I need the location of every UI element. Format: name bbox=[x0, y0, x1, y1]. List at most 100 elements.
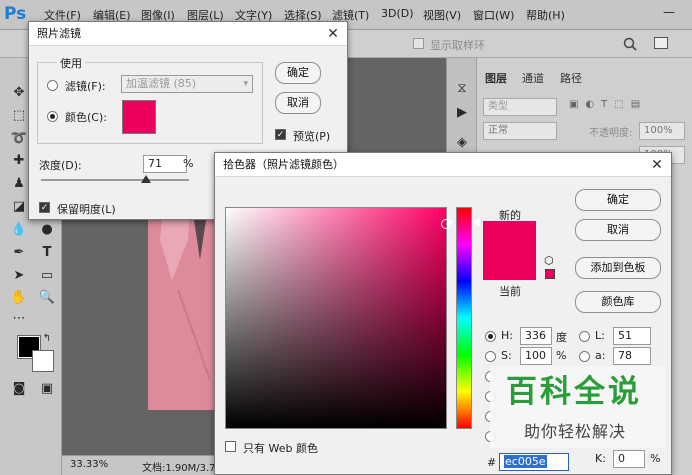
swap-colors-icon[interactable]: ↰ bbox=[36, 330, 58, 348]
hex-field[interactable]: ec005e bbox=[499, 453, 569, 471]
tab-paths[interactable]: 路径 bbox=[560, 70, 582, 86]
density-field[interactable]: 71 bbox=[143, 155, 187, 173]
minimize-button[interactable]: — bbox=[660, 5, 678, 21]
h-unit: 度 bbox=[556, 331, 567, 344]
blend-mode-select[interactable]: 正常 bbox=[483, 122, 557, 140]
l-radio[interactable] bbox=[579, 331, 590, 342]
new-color-swatch bbox=[483, 221, 536, 250]
l-field[interactable]: 51 bbox=[613, 327, 651, 345]
s-label: S: bbox=[501, 349, 512, 362]
density-slider-thumb[interactable] bbox=[141, 175, 152, 183]
watermark-subtitle: 助你轻松解决 bbox=[524, 422, 627, 441]
menu-help[interactable]: 帮助(H) bbox=[526, 7, 565, 23]
background-color-swatch[interactable] bbox=[32, 350, 54, 372]
k-label: K: bbox=[595, 452, 606, 465]
zoom-level[interactable]: 33.33% bbox=[70, 459, 108, 470]
web-only-checkbox[interactable] bbox=[225, 441, 236, 452]
filter-color-swatch[interactable] bbox=[122, 100, 156, 134]
path-selection-tool-icon[interactable]: ➤ bbox=[8, 267, 30, 285]
pen-tool-icon[interactable]: ✒ bbox=[8, 244, 30, 262]
hex-hash: # bbox=[487, 456, 497, 469]
tab-layers[interactable]: 图层 bbox=[485, 70, 507, 86]
close-icon[interactable]: ✕ bbox=[646, 154, 668, 176]
a-radio[interactable] bbox=[579, 351, 590, 362]
screen-mode-icon[interactable]: ▣ bbox=[36, 380, 58, 398]
h-field[interactable]: 336 bbox=[520, 327, 552, 345]
density-unit: % bbox=[183, 157, 194, 170]
watermark: 百科全说 助你轻松解决 bbox=[490, 366, 666, 448]
stamp-tool-icon[interactable]: ♟ bbox=[8, 175, 30, 193]
opacity-field[interactable]: 100% bbox=[639, 122, 685, 140]
more-tools-icon[interactable]: ⋯ bbox=[8, 310, 30, 328]
move-tool-icon[interactable]: ✥ bbox=[8, 84, 30, 102]
blur-tool-icon[interactable]: 💧 bbox=[8, 221, 30, 239]
saturation-brightness-field[interactable] bbox=[225, 207, 451, 429]
layer-filter-icons[interactable]: ▣◐T⬚▤ bbox=[569, 99, 685, 113]
dialog-title: 拾色器（照片滤镜颜色） bbox=[215, 153, 671, 177]
filter-select[interactable]: 加温滤镜 (85) ▾ bbox=[121, 75, 253, 93]
current-color-label: 当前 bbox=[499, 285, 521, 298]
k-unit: % bbox=[650, 452, 661, 465]
close-icon[interactable]: ✕ bbox=[322, 23, 344, 45]
eraser-tool-icon[interactable]: ◪ bbox=[8, 198, 30, 216]
watermark-title: 百科全说 bbox=[506, 374, 642, 410]
color-radio[interactable] bbox=[47, 111, 58, 122]
a-label: a: bbox=[595, 349, 606, 362]
preserve-luminosity-checkbox[interactable]: ✓ bbox=[39, 202, 50, 213]
h-label: H: bbox=[501, 329, 513, 342]
workspace-icon[interactable] bbox=[654, 37, 668, 49]
hex-field-value: ec005e bbox=[504, 455, 547, 468]
healing-tool-icon[interactable]: ✚ bbox=[8, 152, 30, 170]
s-radio[interactable] bbox=[485, 351, 496, 362]
current-color-swatch[interactable] bbox=[483, 250, 536, 280]
rectangle-tool-icon[interactable]: ▭ bbox=[36, 267, 58, 285]
history-panel-icon[interactable]: ⧖ bbox=[451, 80, 473, 98]
use-group-label: 使用 bbox=[57, 55, 85, 71]
a-field[interactable]: 78 bbox=[613, 347, 651, 365]
document-size: 文档:1.90M/3.79 bbox=[142, 463, 222, 474]
actions-panel-icon[interactable]: ▶ bbox=[451, 104, 473, 122]
quick-mask-icon[interactable]: ◙ bbox=[8, 380, 30, 398]
opacity-label: 不透明度: bbox=[589, 128, 633, 139]
chevron-down-icon: ▾ bbox=[243, 79, 248, 89]
hand-tool-icon[interactable]: ✋ bbox=[8, 289, 30, 307]
layer-kind-filter[interactable]: 类型 bbox=[483, 98, 557, 116]
type-tool-icon[interactable]: T bbox=[36, 244, 58, 262]
hue-slider-arrow-left[interactable] bbox=[447, 218, 454, 226]
ok-button[interactable]: 确定 bbox=[575, 189, 661, 211]
color-libraries-button[interactable]: 颜色库 bbox=[575, 291, 661, 313]
s-unit: % bbox=[556, 349, 567, 362]
k-field[interactable]: 0 bbox=[613, 450, 645, 468]
cancel-button[interactable]: 取消 bbox=[275, 92, 321, 114]
density-slider-track[interactable] bbox=[41, 175, 189, 183]
add-to-swatches-button[interactable]: 添加到色板 bbox=[575, 257, 661, 279]
h-radio[interactable] bbox=[485, 331, 496, 342]
lasso-tool-icon[interactable]: ➰ bbox=[8, 130, 30, 148]
web-only-label: 只有 Web 颜色 bbox=[243, 442, 318, 455]
dialog-title: 照片滤镜 bbox=[29, 22, 347, 46]
filter-select-value: 加温滤镜 (85) bbox=[126, 77, 197, 90]
search-icon[interactable] bbox=[622, 36, 638, 52]
sample-ring-checkbox[interactable] bbox=[413, 38, 424, 49]
preview-label: 预览(P) bbox=[293, 130, 331, 143]
marquee-tool-icon[interactable]: ⬚ bbox=[8, 107, 30, 125]
photoshop-logo: Ps bbox=[4, 4, 27, 24]
menu-view[interactable]: 视图(V) bbox=[423, 7, 461, 23]
panel-icon-strip: ⧖ ▶ ◈ bbox=[446, 58, 476, 158]
3d-panel-icon[interactable]: ◈ bbox=[451, 134, 473, 152]
hue-slider[interactable] bbox=[456, 207, 472, 429]
zoom-tool-icon[interactable]: 🔍 bbox=[36, 289, 58, 307]
cube-icon[interactable]: ⬡ bbox=[544, 254, 554, 267]
ok-button[interactable]: 确定 bbox=[275, 62, 321, 84]
dodge-tool-icon[interactable]: ● bbox=[36, 221, 58, 239]
tab-channels[interactable]: 通道 bbox=[522, 70, 544, 86]
hue-slider-arrow-right[interactable] bbox=[473, 218, 480, 226]
s-field[interactable]: 100 bbox=[520, 347, 552, 365]
preview-checkbox[interactable]: ✓ bbox=[275, 129, 286, 140]
menu-3d[interactable]: 3D(D) bbox=[381, 7, 414, 20]
l-label: L: bbox=[595, 329, 605, 342]
menu-window[interactable]: 窗口(W) bbox=[473, 7, 514, 23]
filter-radio[interactable] bbox=[47, 80, 58, 91]
web-safe-swatch[interactable] bbox=[545, 269, 555, 279]
cancel-button[interactable]: 取消 bbox=[575, 219, 661, 241]
